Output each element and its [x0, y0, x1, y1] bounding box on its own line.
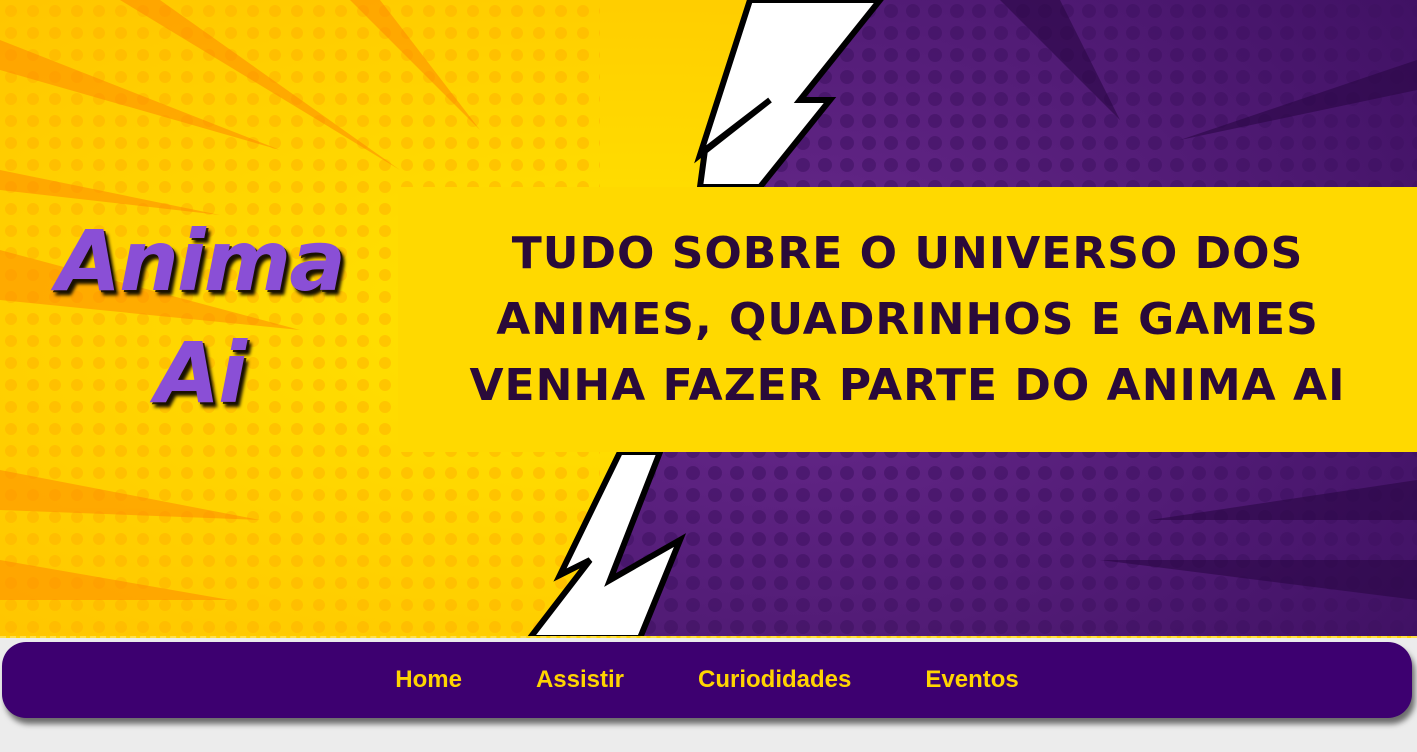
- tagline-line-3: VENHA FAZER PARTE DO ANIMA AI: [469, 359, 1346, 411]
- tagline-line-2: ANIMES, QUADRINHOS E GAMES: [496, 293, 1319, 345]
- nav-item-home[interactable]: Home: [395, 666, 462, 694]
- nav-item-assistir[interactable]: Assistir: [536, 666, 624, 694]
- tagline-banner: TUDO SOBRE O UNIVERSO DOS ANIMES, QUADRI…: [398, 187, 1417, 452]
- tagline-line-1: TUDO SOBRE O UNIVERSO DOS: [511, 227, 1304, 279]
- hero-banner: Anima Ai TUDO SOBRE O UNIVERSO DOS ANIME…: [0, 0, 1417, 638]
- nav-item-eventos[interactable]: Eventos: [925, 666, 1018, 694]
- nav-item-curiodidades[interactable]: Curiodidades: [698, 666, 851, 694]
- logo-line-2: Ai: [155, 324, 247, 422]
- site-logo: Anima Ai: [40, 205, 360, 429]
- main-navigation: Home Assistir Curiodidades Eventos: [2, 642, 1412, 718]
- logo-line-1: Anima: [56, 212, 346, 310]
